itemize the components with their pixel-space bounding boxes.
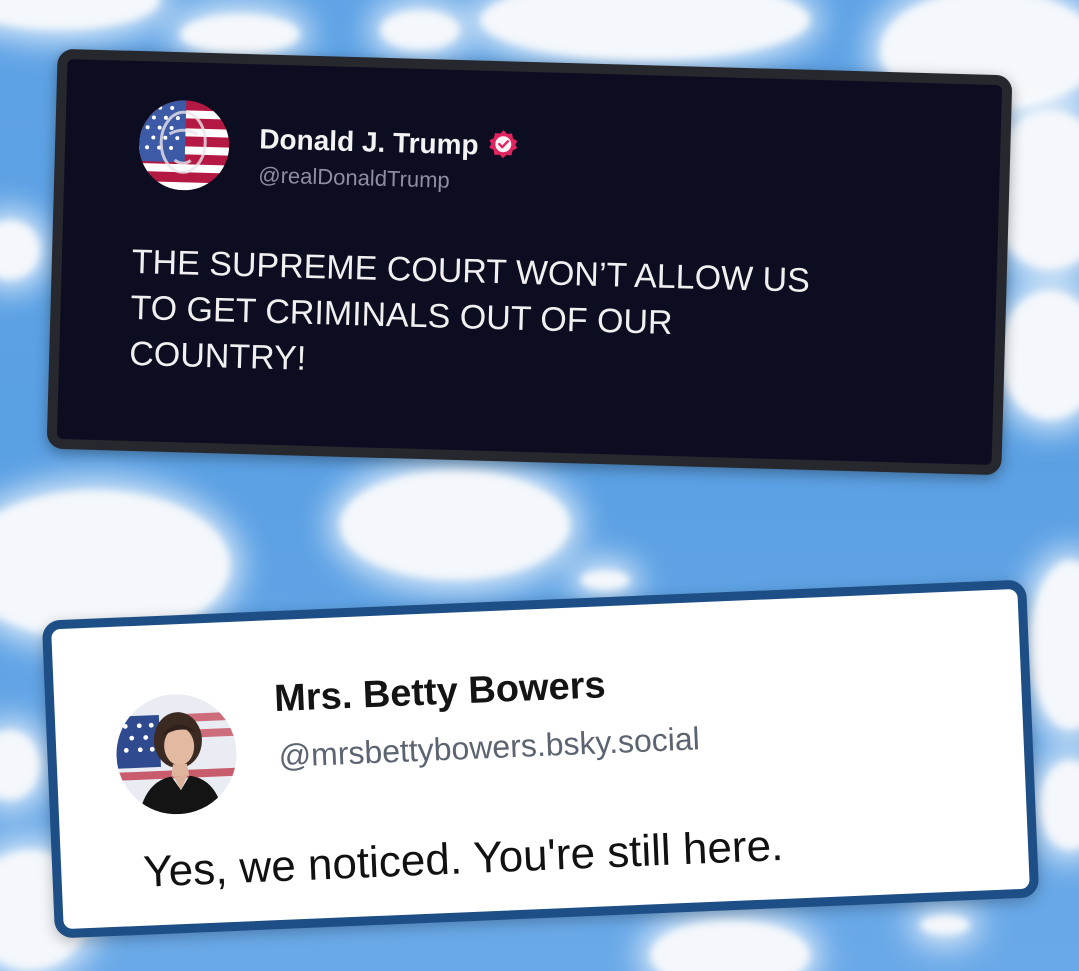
post-card-trump: Donald J. Trump @realDonaldTrump THE SUP… <box>46 48 1013 476</box>
verified-badge-icon <box>488 129 519 160</box>
portrait-avatar[interactable] <box>114 691 239 817</box>
author-name[interactable]: Donald J. Trump <box>259 122 519 162</box>
cloud <box>180 14 300 54</box>
cloud <box>1000 290 1079 420</box>
cloud <box>1040 760 1079 850</box>
author-handle[interactable]: @mrsbettybowers.bsky.social <box>278 720 701 775</box>
cloud <box>380 10 460 50</box>
cloud <box>650 920 810 971</box>
author-name-text[interactable]: Donald J. Trump <box>259 123 479 160</box>
post-text: Yes, we noticed. You're still here. <box>142 820 785 897</box>
author-name[interactable]: Mrs. Betty Bowers <box>273 664 606 721</box>
author-handle[interactable]: @realDonaldTrump <box>258 162 450 193</box>
cloud <box>920 915 970 935</box>
cloud <box>0 730 40 800</box>
cloud <box>340 470 570 580</box>
cloud <box>0 0 160 30</box>
cloud <box>480 0 810 60</box>
flag-portrait-avatar[interactable] <box>137 99 231 192</box>
cloud <box>0 220 40 280</box>
cloud <box>580 570 630 590</box>
post-text: THE SUPREME COURT WON’T ALLOW US TO GET … <box>128 242 811 378</box>
cloud <box>1030 560 1079 730</box>
post-card-bowers: Mrs. Betty Bowers @mrsbettybowers.bsky.s… <box>41 579 1040 939</box>
